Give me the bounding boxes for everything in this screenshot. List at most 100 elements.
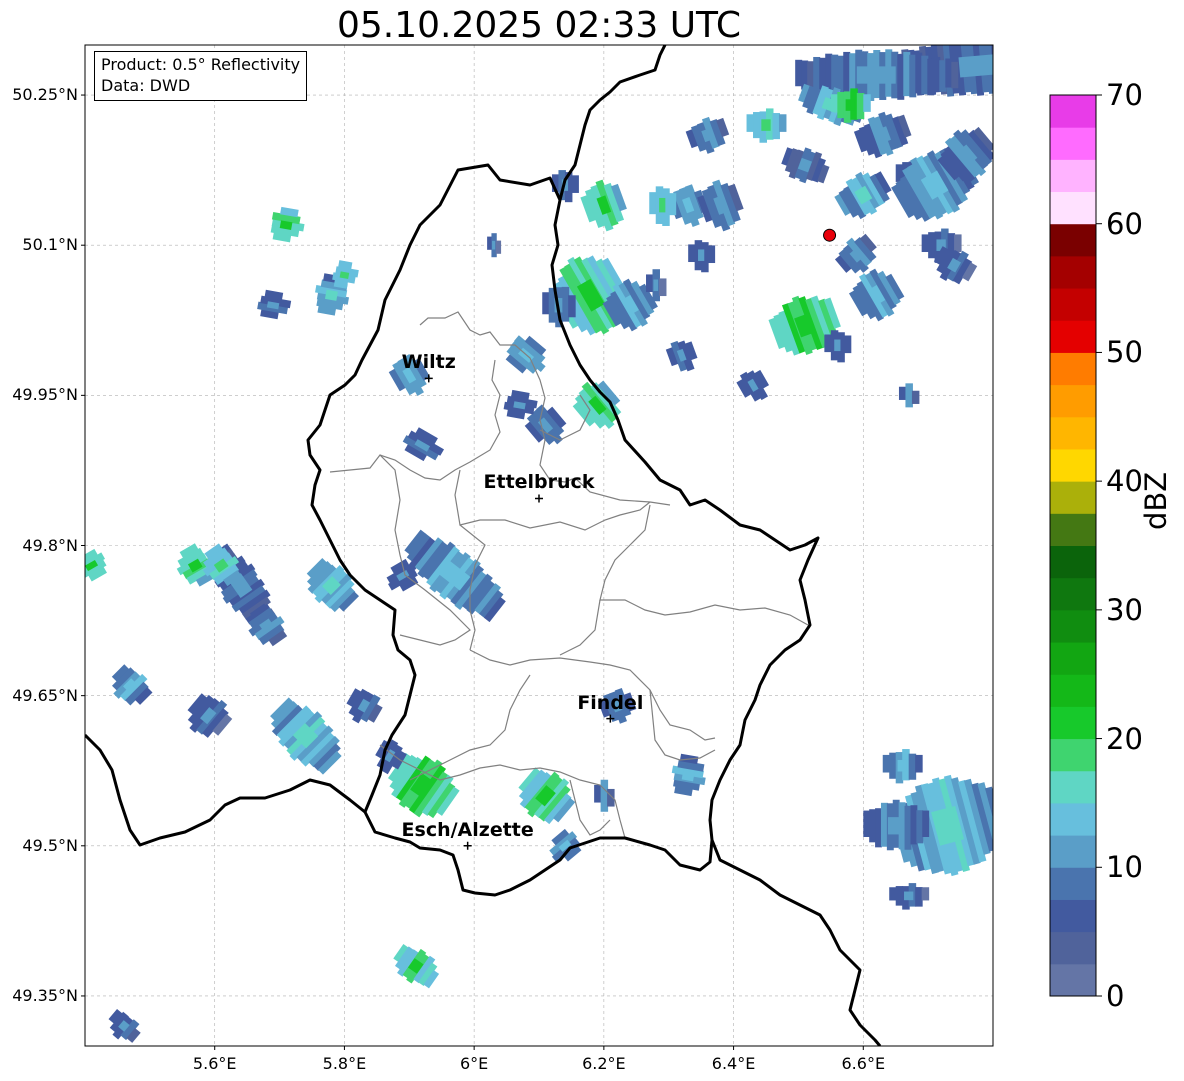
- echo-pixel: [882, 754, 891, 773]
- echo-pixel: [1092, 42, 1102, 73]
- echo-pixel: [571, 175, 579, 193]
- colorbar-bin-7: [1050, 738, 1096, 772]
- lon-tick-label: 6°E: [459, 1054, 489, 1073]
- echo-pixel: [996, 36, 1008, 92]
- echo-pixel: [921, 234, 930, 253]
- colorbar-bin-3: [1050, 867, 1096, 900]
- colorbar-tick-label: 0: [1106, 979, 1125, 1013]
- echo-core: [601, 789, 607, 802]
- echo-cell-64: [889, 883, 930, 910]
- colorbar-tick-label: 20: [1106, 721, 1143, 756]
- colorbar-bin-5: [1050, 802, 1096, 836]
- radar-site-marker: [823, 228, 837, 242]
- echo-pixel: [795, 59, 803, 87]
- echo-pixel: [825, 53, 833, 93]
- echo-pixel: [1002, 37, 1014, 92]
- district-boundary-grevenmacher: [559, 599, 601, 656]
- echo-pixel: [928, 232, 936, 259]
- echo-pixel: [668, 193, 677, 216]
- echo-cell-61: [882, 749, 923, 784]
- echo-pixel: [889, 887, 897, 901]
- echo-pixel: [898, 386, 907, 400]
- echo-pixel: [1008, 34, 1020, 89]
- echo-cell-31: [487, 233, 502, 258]
- radar-site-dot: [823, 228, 837, 242]
- colorbar-bin-8: [1050, 706, 1096, 740]
- echo-pixel: [658, 278, 667, 297]
- colorbar-bin-19: [1050, 352, 1096, 386]
- colorbar-bin-12: [1050, 577, 1096, 611]
- echo-cell-37: [402, 427, 445, 462]
- echo-cell-18: [649, 186, 677, 226]
- colorbar-bin-18: [1050, 384, 1096, 418]
- echo-core: [324, 289, 338, 301]
- echo-pixel: [688, 244, 696, 263]
- colorbar-bin-10: [1050, 642, 1096, 675]
- city-label: Ettelbruck: [483, 471, 595, 494]
- echo-pixel: [1026, 35, 1037, 87]
- echo-pixel: [922, 810, 930, 837]
- colorbar-tick-label: 30: [1106, 592, 1143, 627]
- echo-pixel: [1014, 36, 1026, 90]
- colorbar-bin-2: [1050, 899, 1096, 933]
- lat-tick-label: 49.65°N: [12, 685, 78, 705]
- lon-tick-label: 5.6°E: [192, 1054, 237, 1073]
- lon-tick-label: 6.6°E: [841, 1054, 886, 1073]
- echo-pixel: [1038, 35, 1049, 84]
- echo-pixel: [1050, 34, 1061, 79]
- echo-pixel: [1056, 37, 1067, 81]
- echo-cell-17: [697, 179, 744, 232]
- echo-cell-30: [898, 383, 920, 408]
- echo-cell-65: [393, 944, 440, 989]
- echo-pixel: [568, 295, 576, 318]
- echo-pixel: [916, 810, 924, 844]
- echo-cell-8: [834, 171, 892, 220]
- echo-cell-14: [580, 179, 627, 232]
- echo-pixel: [904, 805, 912, 850]
- district-boundary-echternach: [599, 504, 809, 626]
- echo-pixel: [880, 802, 888, 847]
- colorbar-bin-15: [1050, 481, 1096, 514]
- lat-tick-label: 50.25°N: [12, 85, 78, 105]
- colorbar-tick-label: 60: [1106, 206, 1143, 241]
- colorbar-bin-20: [1050, 320, 1096, 353]
- echo-pixel: [903, 51, 911, 97]
- echo-pixel: [911, 390, 920, 404]
- echo-pixel: [856, 93, 865, 120]
- echo-pixel: [908, 753, 917, 780]
- echo-pixel: [824, 334, 832, 353]
- colorbar-bin-25: [1050, 159, 1096, 193]
- colorbar-bin-22: [1050, 255, 1096, 289]
- city-marker-1: [535, 494, 543, 503]
- city-label: Findel: [577, 691, 644, 714]
- echo-pixel: [772, 113, 780, 140]
- echo-cell-3: [746, 108, 787, 143]
- product-info-box: Product: 0.5° Reflectivity Data: DWD: [94, 51, 308, 101]
- echo-pixel: [910, 805, 918, 845]
- echo-pixel: [897, 54, 905, 100]
- echo-pixel: [813, 56, 821, 92]
- lat-tick-label: 49.5°N: [22, 835, 78, 855]
- echo-cell-57: [549, 828, 582, 863]
- colorbar-bin-27: [1050, 95, 1096, 128]
- echo-pixel: [746, 114, 755, 132]
- echo-pixel: [895, 886, 904, 906]
- city-label: Wiltz: [401, 351, 456, 374]
- colorbar: [1049, 94, 1102, 997]
- echo-pixel: [707, 245, 716, 264]
- colorbar-bin-4: [1050, 835, 1096, 868]
- echo-pixel: [875, 808, 882, 848]
- echo-pixel: [843, 51, 851, 97]
- echo-cell-66: [108, 1008, 141, 1043]
- echo-pixel: [542, 292, 550, 315]
- echo-pixel: [939, 60, 947, 92]
- germany-france-border: [710, 839, 882, 1046]
- echo-cell-28: [736, 369, 770, 402]
- echo-pixel: [646, 274, 654, 293]
- echo-cell-27: [665, 340, 698, 372]
- echo-cell-15: [551, 170, 579, 203]
- echo-pixel: [921, 55, 929, 95]
- echo-pixel: [933, 56, 941, 92]
- echo-cell-52: [270, 697, 342, 775]
- echo-pixel: [915, 887, 923, 907]
